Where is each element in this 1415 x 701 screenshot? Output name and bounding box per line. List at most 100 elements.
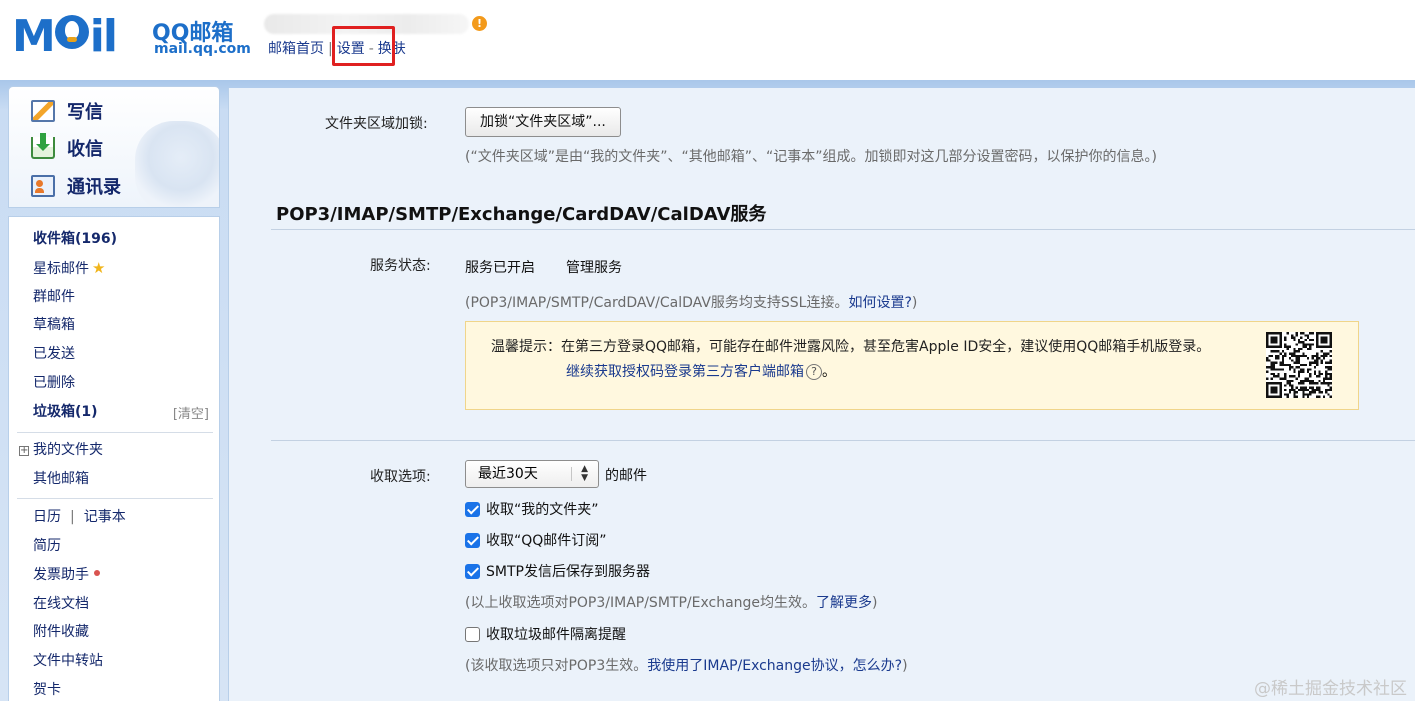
qr-code-icon [1266, 332, 1332, 398]
qr-module [1297, 370, 1301, 373]
qr-module [1316, 386, 1319, 389]
select-divider [571, 467, 572, 481]
qr-module [1284, 354, 1287, 358]
folder-starred[interactable]: 星标邮件 ★ [33, 258, 105, 278]
qr-module [1325, 332, 1328, 335]
qr-module [1272, 391, 1276, 394]
qr-module [1302, 370, 1305, 373]
resume-link[interactable]: 简历 [33, 536, 61, 556]
watermark: @稀土掘金技术社区 [1254, 679, 1407, 699]
checkbox-icon[interactable] [465, 532, 480, 548]
brand-url: mail.qq.com [154, 41, 251, 57]
calendar-link[interactable]: 日历 [33, 509, 61, 525]
qr-module [1270, 345, 1273, 348]
attachment-collection-link[interactable]: 附件收藏 [33, 622, 89, 642]
qr-module [1322, 377, 1326, 380]
qr-module [1302, 363, 1305, 367]
qr-module [1329, 377, 1332, 380]
qr-module [1318, 386, 1321, 389]
qr-module [1320, 354, 1323, 358]
checkbox-icon[interactable] [465, 563, 480, 579]
learn-more-link[interactable]: 了解更多 [816, 595, 872, 611]
imap-exchange-help-link[interactable]: 我使用了IMAP/Exchange协议，怎么办? [647, 658, 902, 674]
checkbox-icon[interactable] [465, 501, 480, 517]
qr-module [1327, 384, 1330, 387]
qr-module [1270, 363, 1273, 367]
qr-module [1291, 336, 1294, 339]
qr-module [1295, 391, 1298, 394]
qr-module [1275, 391, 1278, 394]
qr-module [1275, 386, 1278, 389]
qr-module [1313, 354, 1317, 358]
checkbox-smtp-save[interactable]: SMTP发信后保存到服务器 [465, 561, 650, 581]
qr-module [1275, 341, 1278, 344]
qr-module [1300, 386, 1303, 389]
qr-module [1327, 366, 1330, 369]
qr-module [1300, 347, 1303, 351]
mailbox-home-link[interactable]: 邮箱首页 [268, 38, 324, 58]
qr-module [1306, 393, 1310, 396]
qr-module [1272, 361, 1276, 364]
qr-module [1318, 370, 1321, 373]
qr-module [1286, 332, 1289, 335]
folder-deleted[interactable]: 已删除 [33, 373, 75, 393]
file-transfer-link[interactable]: 文件中转站 [33, 651, 103, 671]
qr-module [1293, 391, 1296, 394]
manage-service-link[interactable]: 管理服务 [566, 257, 622, 277]
get-auth-code-link[interactable]: 继续获取授权码登录第三方客户端邮箱 [566, 364, 804, 380]
online-docs-link[interactable]: 在线文档 [33, 594, 89, 614]
folder-other-mailboxes[interactable]: 其他邮箱 [33, 469, 89, 489]
notes-link[interactable]: 记事本 [84, 509, 126, 525]
folder-sent[interactable]: 已发送 [33, 344, 75, 364]
qr-module [1266, 384, 1269, 387]
qr-module [1304, 354, 1307, 358]
clear-trash-link[interactable]: [清空] [173, 403, 209, 422]
qr-module [1291, 366, 1294, 369]
checkbox-spam-alert[interactable]: 收取垃圾邮件隔离提醒 [465, 624, 626, 644]
fetch-range-select[interactable]: 最近30天 ▲ ▼ [465, 460, 599, 488]
qr-module [1306, 388, 1310, 392]
qr-module [1313, 372, 1317, 376]
qr-module [1275, 368, 1278, 371]
qr-module [1309, 372, 1312, 376]
qr-module [1309, 345, 1312, 348]
qr-module [1295, 350, 1298, 353]
help-icon[interactable]: ? [806, 364, 822, 380]
how-to-setup-link[interactable]: 如何设置? [848, 295, 911, 311]
qr-module [1295, 332, 1298, 335]
folder-drafts[interactable]: 草稿箱 [33, 315, 75, 335]
checkbox-fetch-my-folders[interactable]: 收取“我的文件夹” [465, 499, 599, 519]
warning-icon[interactable]: ! [472, 16, 487, 31]
qr-module [1318, 372, 1321, 376]
qr-module [1327, 372, 1330, 376]
tip-line2-end: 。 [822, 364, 836, 380]
contacts-button[interactable]: 通讯录 [31, 172, 121, 200]
qr-module [1300, 363, 1303, 367]
penguin-watermark-icon [135, 121, 219, 207]
invoice-assistant-link[interactable]: 发票助手 [33, 565, 100, 585]
compose-button[interactable]: 写信 [31, 97, 103, 125]
qr-module [1270, 366, 1273, 369]
folder-group[interactable]: 群邮件 [33, 287, 75, 307]
folder-inbox[interactable]: 收件箱(196) [33, 229, 117, 249]
qq-mail-logo[interactable]: Mil QQ邮箱 mail.qq.com [12, 12, 251, 62]
receive-button[interactable]: 收信 [31, 133, 103, 162]
qr-module [1300, 388, 1303, 392]
folder-my-folders[interactable]: 我的文件夹 [33, 440, 103, 460]
greeting-cards-link[interactable]: 贺卡 [33, 680, 61, 700]
folder-trash[interactable]: 垃圾箱(1) [33, 402, 98, 422]
qr-module [1311, 343, 1314, 346]
checkbox-fetch-qq-subscription[interactable]: 收取“QQ邮件订阅” [465, 530, 607, 550]
lock-folder-area-button[interactable]: 加锁“文件夹区域”... [465, 107, 621, 137]
qr-module [1275, 336, 1278, 339]
qr-module [1316, 332, 1319, 335]
qr-module [1316, 395, 1319, 398]
qr-module [1297, 361, 1301, 364]
qr-module [1322, 382, 1326, 385]
qr-module [1318, 388, 1321, 392]
checkbox-icon[interactable] [465, 626, 480, 642]
expand-plus-icon[interactable]: + [19, 446, 29, 456]
qr-module [1270, 338, 1273, 342]
qr-module [1306, 395, 1310, 398]
qr-module [1329, 388, 1332, 392]
